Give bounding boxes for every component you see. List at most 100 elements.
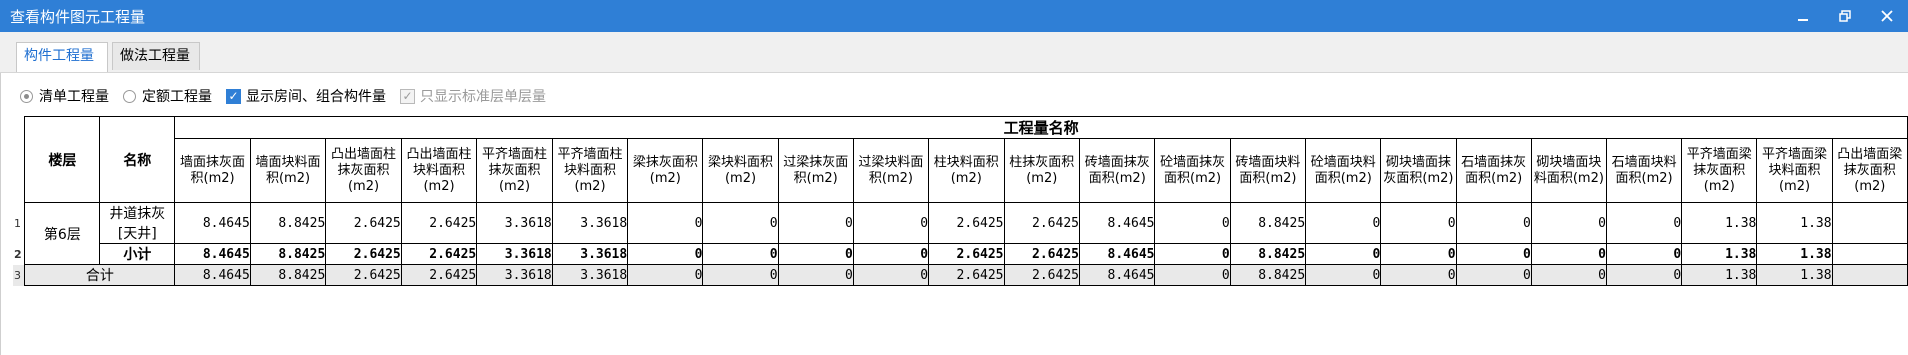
cell-value[interactable]: 8.8425: [1229, 202, 1307, 244]
cell-value[interactable]: 8.8425: [249, 243, 327, 265]
cell-name[interactable]: 井道抹灰[天井]: [99, 202, 176, 244]
cell-value[interactable]: 1.38: [1681, 243, 1758, 265]
cell-value[interactable]: 0: [1530, 243, 1607, 265]
tab-component-quantity[interactable]: 构件工程量: [16, 42, 108, 72]
cell-floor[interactable]: 第6层: [24, 202, 101, 265]
cell-value[interactable]: 0: [777, 202, 854, 244]
cell-total-label[interactable]: 合计: [24, 264, 176, 286]
column-header[interactable]: 石墙面抹灰面积(m2): [1455, 138, 1532, 203]
restore-icon[interactable]: [1824, 0, 1866, 32]
cell-value[interactable]: 0: [1455, 243, 1532, 265]
column-header[interactable]: 凸出墙面柱块料面积(m2): [400, 138, 478, 203]
column-header[interactable]: 凸出墙面柱抹灰面积(m2): [325, 138, 402, 203]
checkmark-icon[interactable]: ✓: [226, 88, 241, 104]
cell-value[interactable]: 0: [1380, 202, 1457, 244]
cell-value[interactable]: 8.8425: [1229, 243, 1307, 265]
checkbox-std-floor[interactable]: ✓ 只显示标准层单层量: [400, 86, 546, 106]
tab-method-quantity[interactable]: 做法工程量: [112, 42, 200, 70]
column-header[interactable]: 梁块料面积(m2): [702, 138, 779, 203]
table-row[interactable]: 1 第6层 井道抹灰[天井] 8.4645 8.8425 2.6425 2.6425 3.36…: [13, 202, 1908, 265]
column-header[interactable]: 砌块墙面抹灰面积(m2): [1380, 138, 1457, 203]
cell-value[interactable]: 0: [1305, 202, 1382, 244]
column-header[interactable]: 石墙面块料面积(m2): [1605, 138, 1683, 203]
cell-value[interactable]: 0: [1154, 202, 1231, 244]
cell-value[interactable]: 2.6425: [1003, 243, 1081, 265]
cell-value[interactable]: 3.3618: [551, 243, 629, 265]
cell-value[interactable]: 8.4645: [1078, 264, 1156, 286]
cell-value[interactable]: 0: [1380, 243, 1457, 265]
cell-value[interactable]: 1.38: [1756, 243, 1833, 265]
column-header[interactable]: 砖墙面抹灰面积(m2): [1078, 138, 1156, 203]
column-header[interactable]: 砖墙面块料面积(m2): [1229, 138, 1307, 203]
cell-value[interactable]: 0: [1305, 264, 1382, 286]
column-header[interactable]: 过梁抹灰面积(m2): [777, 138, 854, 203]
cell-value[interactable]: 0: [1380, 264, 1457, 286]
cell-value[interactable]: 3.3618: [476, 243, 553, 265]
column-header-floor[interactable]: 楼层: [24, 116, 101, 203]
cell-value[interactable]: 2.6425: [928, 243, 1005, 265]
radio-button[interactable]: [123, 89, 136, 103]
cell-value[interactable]: 2.6425: [400, 202, 478, 244]
cell-value[interactable]: 8.4645: [1078, 243, 1156, 265]
cell-value[interactable]: 2.6425: [1003, 202, 1081, 244]
cell-value[interactable]: 8.8425: [1229, 264, 1307, 286]
close-icon[interactable]: [1866, 0, 1908, 32]
cell-value[interactable]: 0: [702, 243, 779, 265]
column-header[interactable]: 平齐墙面梁块料面积(m2): [1756, 138, 1833, 203]
cell-value[interactable]: 0: [852, 264, 930, 286]
cell-value[interactable]: [1831, 202, 1908, 244]
cell-value[interactable]: 1.38: [1756, 264, 1833, 286]
cell-value[interactable]: 0: [702, 202, 779, 244]
cell-value[interactable]: 8.8425: [249, 202, 327, 244]
radio-button[interactable]: [20, 89, 33, 103]
subtotal-row[interactable]: 2 小计 8.4645 8.8425 2.6425 2.6425 3.3618 3.3618 0…: [13, 243, 1908, 265]
cell-value[interactable]: 2.6425: [928, 264, 1005, 286]
cell-value[interactable]: 0: [1305, 243, 1382, 265]
cell-value[interactable]: 0: [1605, 202, 1683, 244]
cell-value[interactable]: 8.4645: [174, 264, 251, 286]
minimize-icon[interactable]: [1782, 0, 1824, 32]
column-header[interactable]: 柱块料面积(m2): [928, 138, 1005, 203]
cell-value[interactable]: 0: [1605, 264, 1683, 286]
column-header[interactable]: 砼墙面块料面积(m2): [1305, 138, 1382, 203]
cell-value[interactable]: 3.3618: [476, 202, 553, 244]
cell-value[interactable]: 8.4645: [174, 243, 251, 265]
cell-value[interactable]: 8.8425: [249, 264, 327, 286]
column-header[interactable]: 柱抹灰面积(m2): [1003, 138, 1081, 203]
cell-name[interactable]: 小计: [99, 243, 176, 265]
column-header[interactable]: 墙面块料面积(m2): [249, 138, 327, 203]
cell-value[interactable]: 0: [777, 243, 854, 265]
cell-value[interactable]: 0: [627, 243, 704, 265]
cell-value[interactable]: 8.4645: [174, 202, 251, 244]
cell-value[interactable]: 3.3618: [551, 264, 629, 286]
cell-value[interactable]: 0: [1605, 243, 1683, 265]
column-header[interactable]: 平齐墙面柱抹灰面积(m2): [476, 138, 553, 203]
radio-bill-quantity[interactable]: 清单工程量: [20, 86, 109, 106]
cell-value[interactable]: 1.38: [1681, 202, 1758, 244]
cell-value[interactable]: 0: [1530, 264, 1607, 286]
cell-value[interactable]: 2.6425: [325, 202, 402, 244]
cell-value[interactable]: 0: [1154, 243, 1231, 265]
cell-value[interactable]: 8.4645: [1078, 202, 1156, 244]
column-header[interactable]: 平齐墙面梁抹灰面积(m2): [1681, 138, 1758, 203]
cell-value[interactable]: 0: [1154, 264, 1231, 286]
cell-value[interactable]: 0: [627, 264, 704, 286]
column-header[interactable]: 平齐墙面柱块料面积(m2): [551, 138, 629, 203]
cell-value[interactable]: [1831, 264, 1908, 286]
cell-value[interactable]: 2.6425: [928, 202, 1005, 244]
cell-value[interactable]: 0: [702, 264, 779, 286]
total-row[interactable]: 3 合计 8.4645 8.8425 2.6425 2.6425 3.3618 3.3618 0…: [13, 264, 1908, 286]
cell-value[interactable]: 0: [852, 243, 930, 265]
column-header-name[interactable]: 名称: [99, 116, 176, 203]
cell-value[interactable]: 0: [1455, 202, 1532, 244]
column-header[interactable]: 过梁块料面积(m2): [852, 138, 930, 203]
cell-value[interactable]: 0: [1455, 264, 1532, 286]
cell-value[interactable]: 0: [777, 264, 854, 286]
cell-value[interactable]: 2.6425: [400, 264, 478, 286]
cell-value[interactable]: [1831, 243, 1908, 265]
cell-value[interactable]: 1.38: [1756, 202, 1833, 244]
cell-value[interactable]: 2.6425: [325, 264, 402, 286]
column-header[interactable]: 梁抹灰面积(m2): [627, 138, 704, 203]
cell-value[interactable]: 0: [852, 202, 930, 244]
checkbox-show-room[interactable]: ✓ 显示房间、组合构件量: [226, 86, 386, 106]
